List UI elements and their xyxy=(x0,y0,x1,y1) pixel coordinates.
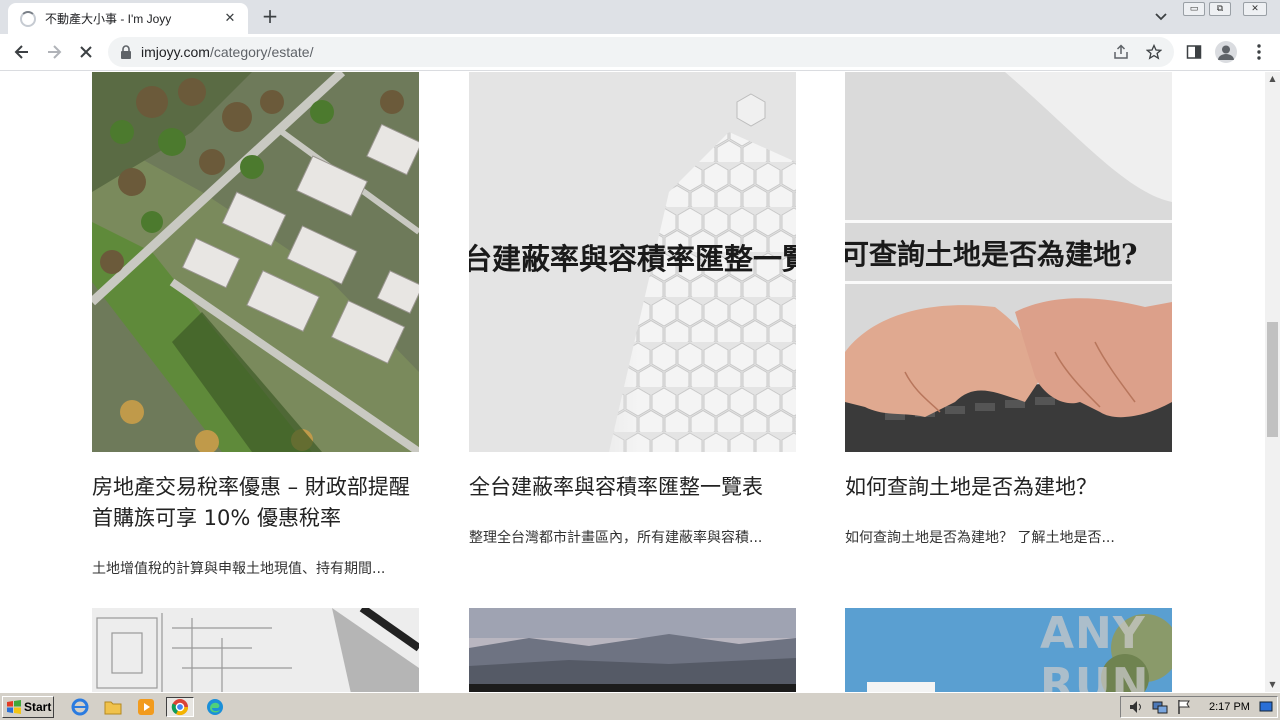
system-tray: 2:17 PM xyxy=(1120,696,1278,718)
scrollbar-thumb[interactable] xyxy=(1267,322,1278,437)
post-thumbnail-hexagon-pattern[interactable]: 台建蔽率與容積率匯整一覽 xyxy=(469,72,796,452)
taskbar-clock[interactable]: 2:17 PM xyxy=(1209,701,1250,713)
show-desktop-icon[interactable] xyxy=(1257,697,1275,717)
action-center-flag-icon[interactable] xyxy=(1173,697,1195,717)
forward-arrow-icon xyxy=(48,45,62,59)
post-title[interactable]: 如何查詢土地是否為建地？ xyxy=(845,472,1172,503)
page-viewport: 房地產交易稅率優惠 – 財政部提醒首購族可享 10% 優惠稅率 土地增值稅的計算… xyxy=(0,72,1265,692)
loading-spinner-icon xyxy=(20,10,36,27)
post-excerpt: 整理全台灣都市計畫區內，所有建蔽率與容積... xyxy=(469,530,763,546)
bookmark-star-icon[interactable] xyxy=(1144,42,1164,62)
os-taskbar: Start 2:17 PM xyxy=(0,692,1280,720)
lock-icon[interactable] xyxy=(120,45,132,59)
back-arrow-icon xyxy=(14,45,28,59)
volume-icon[interactable] xyxy=(1125,697,1147,717)
stop-loading-button[interactable] xyxy=(75,41,97,63)
post-title[interactable]: 房地產交易稅率優惠 – 財政部提醒首購族可享 10% 優惠稅率 xyxy=(92,472,419,534)
post-excerpt: 如何查詢土地是否為建地？ 了解土地是否... xyxy=(845,530,1115,546)
back-button[interactable] xyxy=(11,41,33,63)
browser-tab[interactable]: 不動產大小事 - I'm Joyy ✕ xyxy=(8,3,248,34)
file-explorer-icon[interactable] xyxy=(102,697,124,717)
browser-toolbar: imjoyy.com/category/estate/ xyxy=(0,34,1280,71)
stop-x-icon xyxy=(80,46,92,58)
scroll-up-arrow-icon[interactable]: ▲ xyxy=(1265,72,1280,86)
restore-button[interactable]: ⧉ xyxy=(1209,2,1231,16)
tab-search-chevron-icon[interactable] xyxy=(1151,6,1171,26)
minimize-button[interactable]: ▭ xyxy=(1183,2,1205,16)
thumbnail-caption: 可查詢土地是否為建地? xyxy=(845,238,1137,271)
tab-strip: 不動產大小事 - I'm Joyy ✕ + ▭ ⧉ ✕ xyxy=(0,0,1280,34)
side-panel-icon[interactable] xyxy=(1183,41,1205,63)
internet-explorer-icon[interactable] xyxy=(69,697,91,717)
edge-browser-icon[interactable] xyxy=(204,697,226,717)
chrome-taskbar-icon[interactable] xyxy=(166,697,194,717)
profile-avatar-icon[interactable] xyxy=(1215,41,1237,63)
address-bar[interactable]: imjoyy.com/category/estate/ xyxy=(108,37,1174,67)
close-window-button[interactable]: ✕ xyxy=(1243,2,1267,16)
thumbnail-caption: 台建蔽率與容積率匯整一覽 xyxy=(469,242,796,276)
post-thumbnail-blueprint[interactable] xyxy=(92,608,419,692)
post-thumbnail-hands-keyboard[interactable]: 可查詢土地是否為建地? xyxy=(845,72,1172,452)
watermark-text: ANY RUN xyxy=(1040,608,1150,692)
start-button[interactable]: Start xyxy=(2,696,54,718)
forward-button[interactable] xyxy=(43,41,65,63)
tab-title: 不動產大小事 - I'm Joyy xyxy=(45,12,172,26)
tab-close-icon[interactable]: ✕ xyxy=(222,11,238,26)
start-label: Start xyxy=(24,700,52,714)
share-icon[interactable] xyxy=(1111,42,1131,62)
network-icon[interactable] xyxy=(1149,697,1171,717)
post-excerpt: 土地增值稅的計算與申報土地現值、持有期間... xyxy=(92,561,386,577)
vertical-scrollbar[interactable]: ▲ ▼ xyxy=(1265,72,1280,692)
new-tab-button[interactable]: + xyxy=(258,5,282,29)
post-thumbnail-landscape[interactable] xyxy=(469,608,796,692)
menu-kebab-icon[interactable] xyxy=(1248,41,1270,63)
post-title[interactable]: 全台建蔽率與容積率匯整一覽表 xyxy=(469,472,796,503)
post-thumbnail-aerial-houses[interactable] xyxy=(92,72,419,452)
scroll-down-arrow-icon[interactable]: ▼ xyxy=(1265,678,1280,692)
url-text: imjoyy.com/category/estate/ xyxy=(141,44,314,60)
windows-logo-icon xyxy=(7,700,21,714)
media-player-icon[interactable] xyxy=(135,697,157,717)
